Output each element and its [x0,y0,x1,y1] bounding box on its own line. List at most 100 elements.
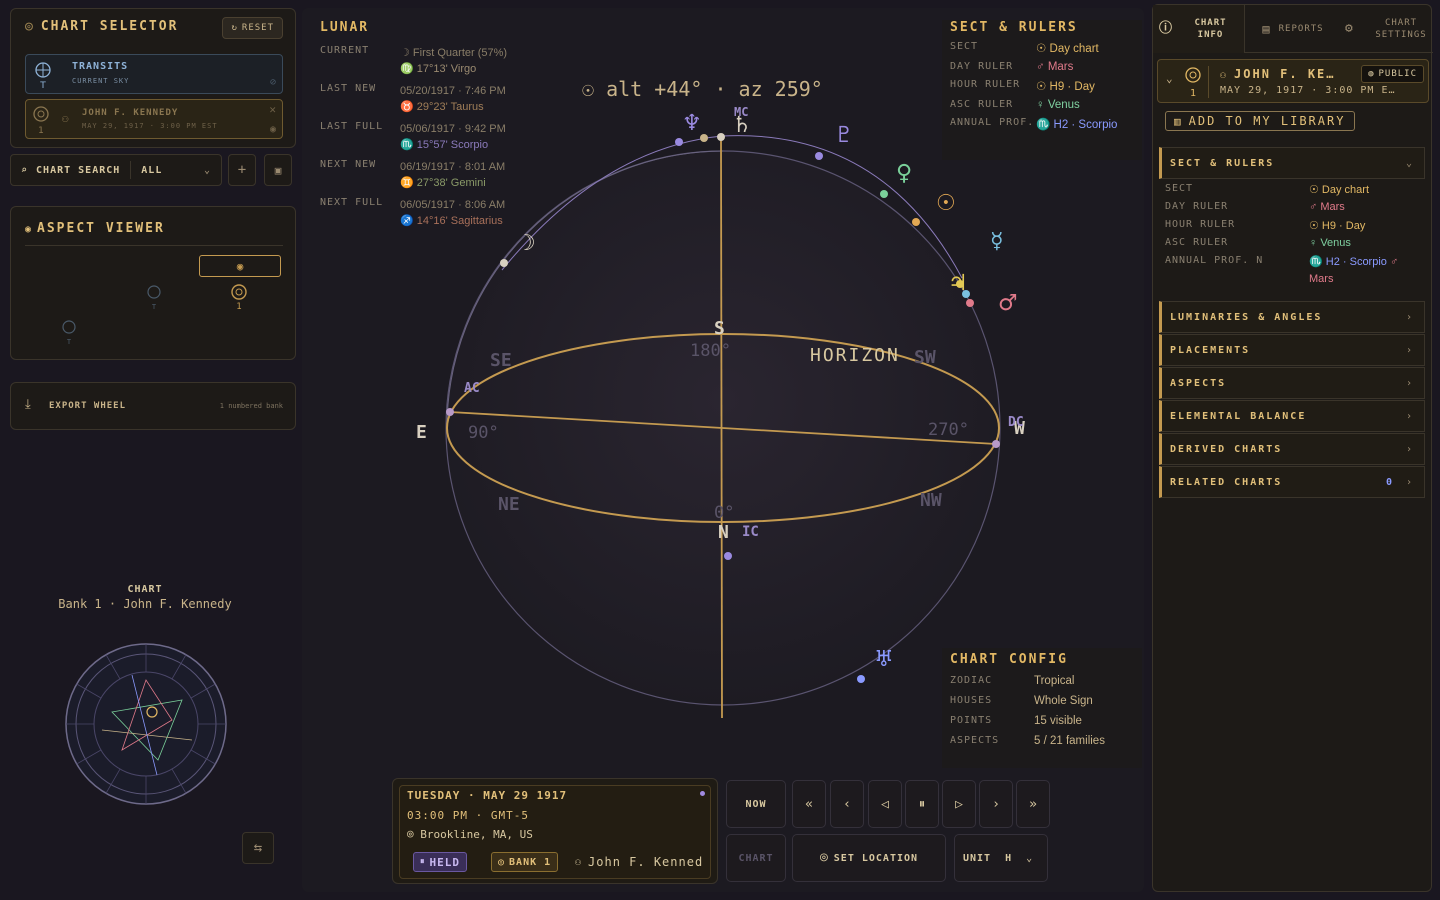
forward-fast-button[interactable]: » [1016,780,1050,828]
globe-icon: T [35,62,51,89]
filter-select[interactable]: ALL [141,165,162,176]
section-sect-rulers[interactable]: SECT & RULERS ⌄ [1159,147,1425,179]
section-derived-charts[interactable]: DERIVED CHARTS › [1159,433,1425,465]
download-icon: ⤓ [25,397,31,412]
close-icon[interactable]: ✕ [269,103,276,116]
eye-icon[interactable]: ◉ [270,124,276,135]
planet-dot[interactable] [857,675,865,683]
lunar-row: CURRENT ☽ First Quarter (57%) ♍ 17°13' V… [320,45,507,77]
ruler-icon: ☉ [1309,220,1322,232]
zodiac-icon: ♐ [400,215,417,227]
date-label[interactable]: TUESDAY · MAY 29 1917 [407,789,567,802]
pause-button[interactable]: ⏸ [905,780,939,828]
location-label[interactable]: ⌾ Brookline, MA, US [407,828,533,841]
config-row: ASPECTS 5 / 21 families [950,735,1142,747]
planet-dot[interactable] [880,190,888,198]
pause-icon: ⏸ [918,796,926,812]
person-icon: ⚇ [1220,70,1229,81]
section-luminaries-angles[interactable]: LUMINARIES & ANGLES › [1159,301,1425,333]
add-chart-button[interactable]: + [228,154,256,186]
chevron-down-icon: ⌄ [1166,72,1173,85]
config-value: Tropical [1034,675,1075,687]
section-placements[interactable]: PLACEMENTS › [1159,334,1425,366]
bank-badge[interactable]: ◎ BANK 1 [491,852,559,872]
sect-row: ASC RULER ♀ Venus [950,99,1142,111]
ruler-icon: ♂ [1309,201,1321,213]
sect-value: ☉ Day chart [1036,43,1099,55]
unit-select[interactable]: UNIT H ⌄ [954,834,1048,882]
section-aspects[interactable]: ASPECTS › [1159,367,1425,399]
held-badge[interactable]: ⏸ HELD [413,852,468,872]
config-row: HOUSES Whole Sign [950,695,1142,707]
planet-dot[interactable] [992,440,1000,448]
section-related-charts[interactable]: RELATED CHARTS 0 › [1159,466,1425,498]
divider [130,161,132,179]
moon-phase-icon: ☽ [400,47,413,59]
config-key: HOUSES [950,695,993,706]
chart-search-input[interactable]: ⌕ CHART SEARCH ALL ⌄ [10,154,222,186]
tab-reports[interactable]: ▤ REPORTS [1245,5,1341,53]
time-label[interactable]: 03:00 PM · GMT-5 [407,809,529,822]
aspect-viewer-title: ◉ ASPECT VIEWER [25,221,165,236]
lunar-value: 05/20/1917 · 7:46 PM ♉ 29°23' Taurus [400,85,506,113]
step-forward-button[interactable]: › [979,780,1013,828]
person-badge[interactable]: ⚇ John F. Kenned [569,852,709,872]
public-badge[interactable]: ◍ PUBLIC [1361,65,1424,83]
transits-chart-item[interactable]: T TRANSITS CURRENT SKY ⊘ [25,54,283,94]
degree-0-label: 0° [714,503,734,523]
target-icon[interactable]: 1 [231,284,247,312]
sect-row: ASC RULER ♀ Venus [1165,237,1425,255]
step-back-button[interactable]: ‹ [830,780,864,828]
sidebar-tabs: ⓘ CHART INFO ▤ REPORTS ⚙ CHART SETTINGS [1153,5,1433,53]
play-icon: ▷ [955,796,963,812]
sect-key: DAY RULER [950,61,1014,72]
tab-chart-info[interactable]: ⓘ CHART INFO [1153,5,1245,53]
planet-dot[interactable] [675,138,683,146]
planet-dot[interactable] [500,259,508,267]
section-elemental-balance[interactable]: ELEMENTAL BALANCE › [1159,400,1425,432]
svg-text:T: T [39,81,46,89]
sect-key: ASC RULER [950,99,1014,110]
eye-icon: ◉ [25,224,34,235]
aspect-visibility-toggle[interactable]: ◉ [199,255,281,277]
play-forward-button[interactable]: ▷ [942,780,976,828]
planet-dot[interactable] [724,552,732,560]
planet-dot[interactable] [966,299,974,307]
planet-dot[interactable] [815,152,823,160]
bank-target-icon: 1 [1185,67,1201,99]
add-to-library-button[interactable]: ▥ ADD TO MY LIBRARY [1165,111,1355,131]
sect-title: SECT & RULERS [950,20,1078,35]
location-pin-icon: ⌾ [407,828,414,841]
lunar-value: 06/19/1917 · 8:01 AM ♊ 27°38' Gemini [400,161,506,189]
swap-button[interactable]: ⇆ [242,832,274,864]
tab-chart-settings[interactable]: ⚙ CHART SETTINGS [1341,5,1433,53]
play-backward-button[interactable]: ◁ [868,780,902,828]
sect-key: SECT [1165,183,1194,194]
planet-dot[interactable] [446,408,454,416]
set-location-button[interactable]: ⌾ SET LOCATION [792,834,946,882]
bank-chart-item[interactable]: 1 ⚇ JOHN F. KENNEDY MAY 29, 1917 · 3:00 … [25,99,283,139]
ruler-icon: ♏ [1309,256,1326,268]
natal-chart-wheel[interactable] [62,640,230,808]
save-button[interactable]: ▣ [264,154,292,186]
sect-rulers-body: SECT ☉ Day chart DAY RULER ♂ Mars HOUR RUL… [1165,183,1425,291]
venus-icon: ♀ [896,161,912,186]
config-value: 15 visible [1034,715,1082,727]
meridian-line [720,137,723,719]
lunar-key: CURRENT [320,45,370,56]
rewind-fast-button[interactable]: « [792,780,826,828]
chart-mode-button[interactable]: CHART [726,834,786,882]
double-chevron-right-icon: » [1029,796,1037,812]
eye-off-icon[interactable]: ⊘ [270,77,276,88]
chart-profile-card[interactable]: ⌄ 1 ⚇ JOHN F. KE… MAY 29, 1917 · 3:00 PM … [1157,59,1429,103]
sect-value: ☉ H9 · Day [1036,81,1095,93]
profile-name: ⚇ JOHN F. KE… [1220,67,1336,81]
export-wheel-button[interactable]: ⤓ EXPORT WHEEL 1 numbered bank [10,382,296,430]
reset-button[interactable]: ↻ RESET [222,17,283,39]
chevron-icon: › [1405,443,1414,455]
datetime-panel[interactable]: TUESDAY · MAY 29 1917 03:00 PM · GMT-5 ⌾… [392,778,718,884]
planet-dot[interactable] [717,133,725,141]
planet-dot[interactable] [912,218,920,226]
config-key: POINTS [950,715,993,726]
now-button[interactable]: NOW [726,780,786,828]
